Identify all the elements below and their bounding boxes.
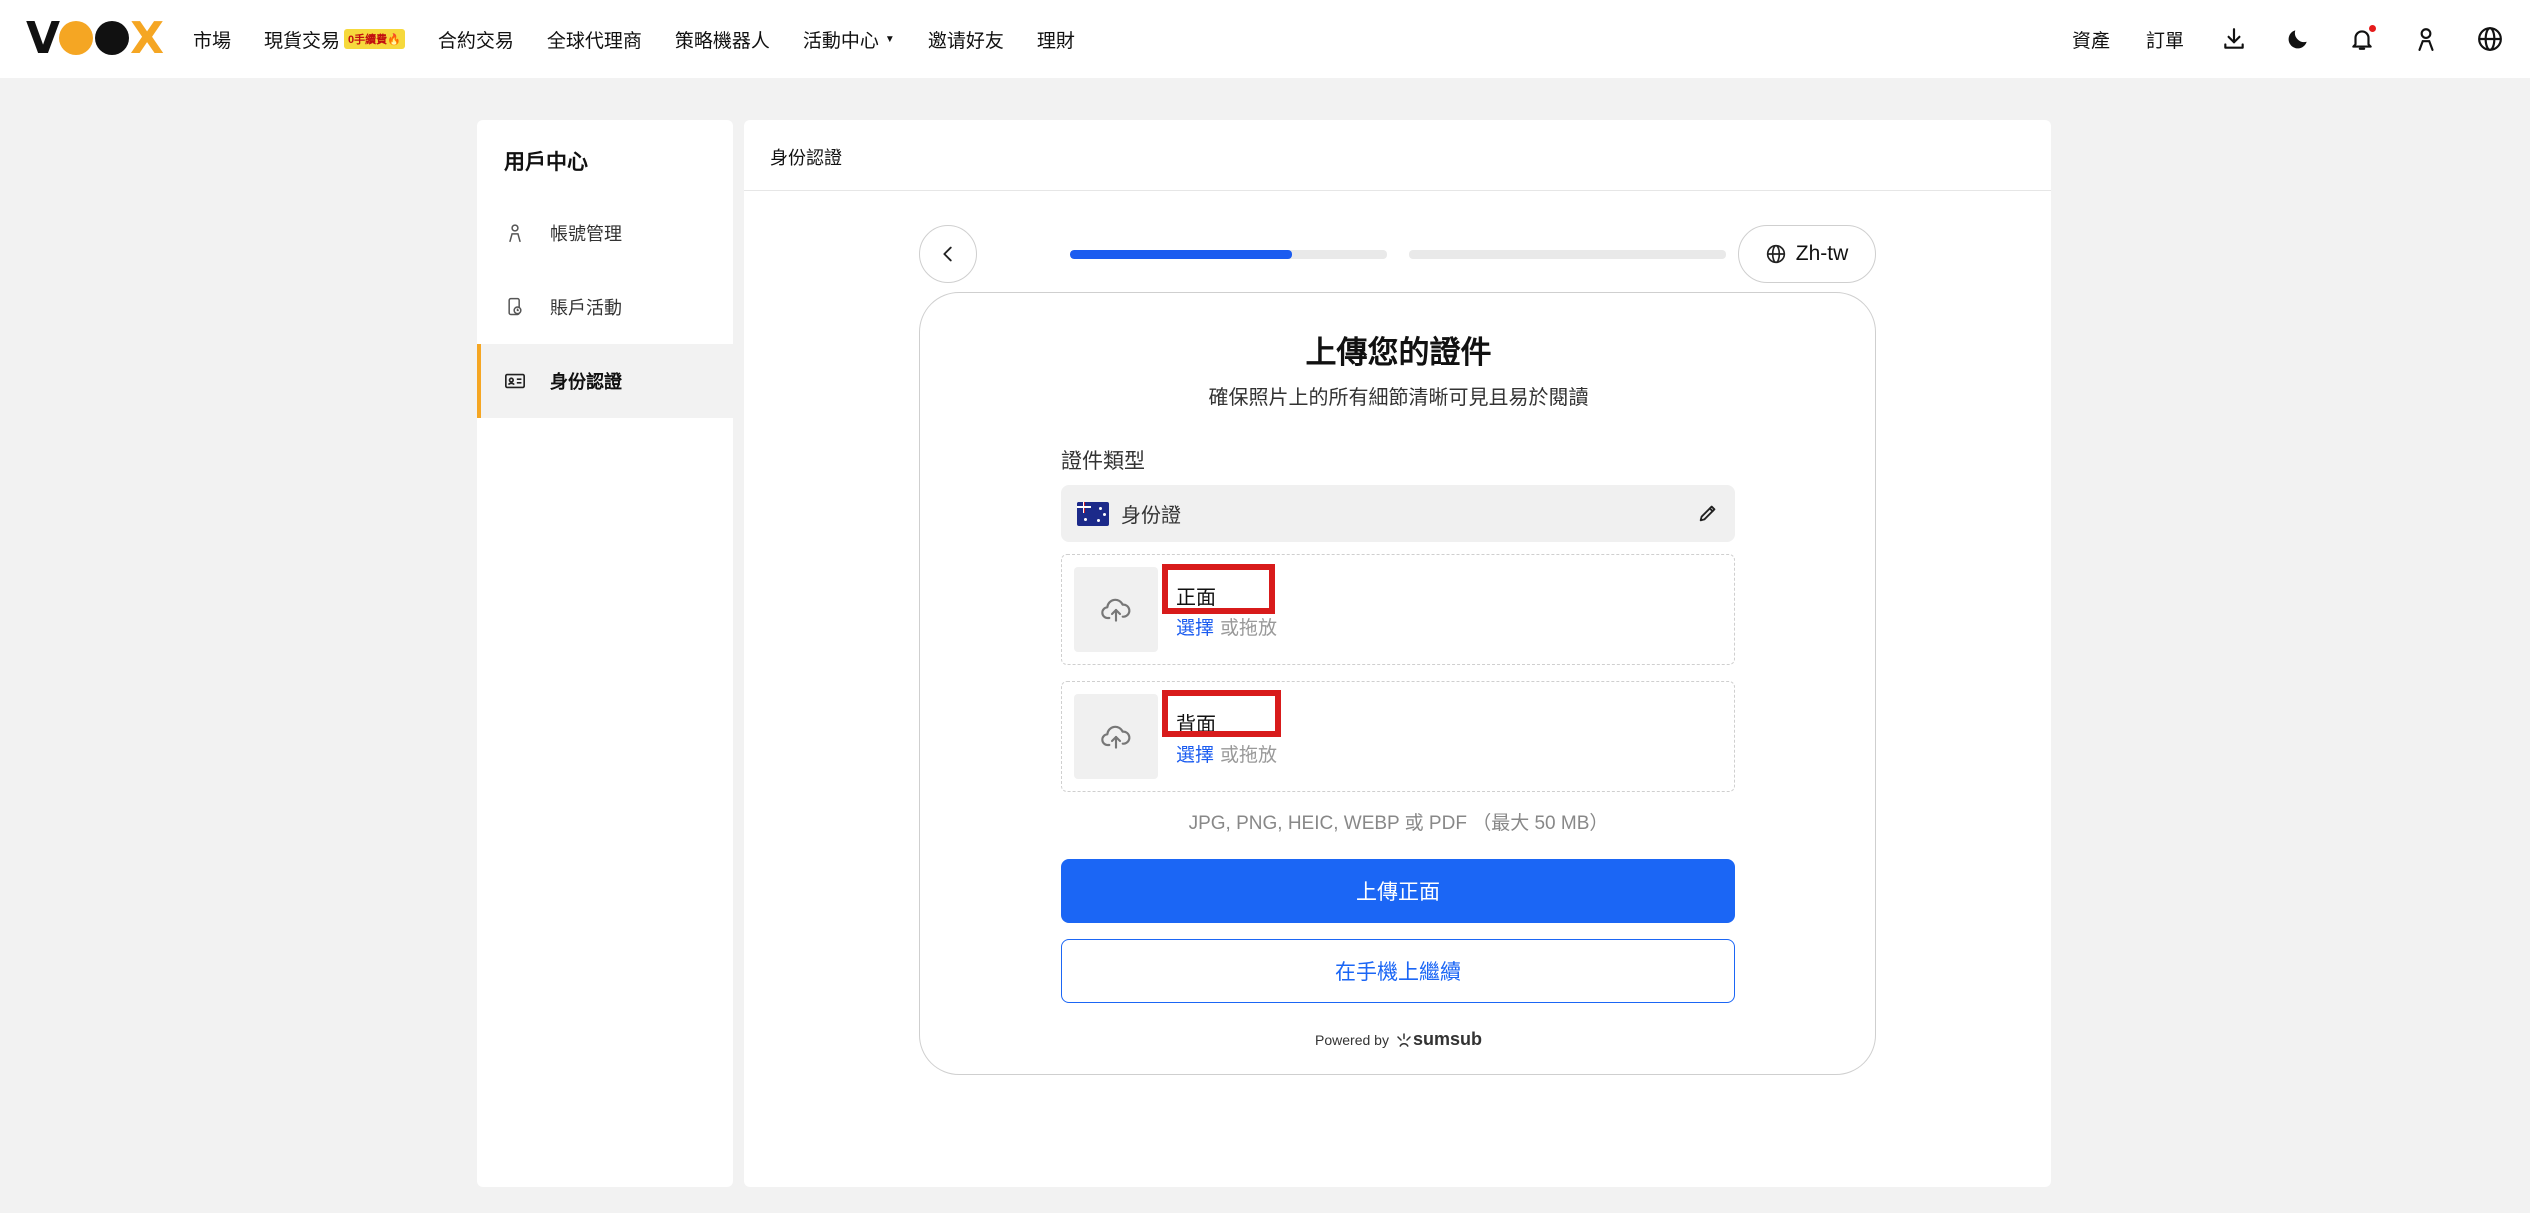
- cloud-upload-icon: [1101, 598, 1131, 622]
- sidebar-item-identity-verification[interactable]: 身份認證: [477, 344, 733, 418]
- nav-strategy-bot[interactable]: 策略機器人: [675, 26, 770, 53]
- upload-front-select-link[interactable]: 選擇: [1176, 618, 1214, 639]
- nav-assets[interactable]: 資產: [2072, 26, 2110, 53]
- caret-down-icon: ▼: [884, 33, 895, 45]
- powered-by-label: Powered by: [1315, 1031, 1389, 1048]
- sidebar-item-account-management[interactable]: 帳號管理: [477, 196, 733, 270]
- globe-icon: [1766, 244, 1785, 264]
- nav-invite[interactable]: 邀请好友: [928, 26, 1004, 53]
- upload-front-icon-wrap: [1074, 567, 1158, 652]
- doc-type-select[interactable]: 身份證: [1061, 485, 1735, 542]
- nav-market[interactable]: 市場: [193, 26, 231, 53]
- upload-front-hint: 選擇 或拖放: [1176, 613, 1277, 640]
- upload-back-icon-wrap: [1074, 694, 1158, 779]
- moon-icon[interactable]: [2284, 25, 2312, 53]
- upload-back-hint: 選擇 或拖放: [1176, 740, 1277, 767]
- main-header: 身份認證: [744, 120, 2051, 191]
- sumsub-icon: [1397, 1032, 1411, 1047]
- download-icon[interactable]: [2220, 25, 2248, 53]
- nav-spot-label: 現貨交易: [264, 30, 341, 52]
- nav-wealth[interactable]: 理財: [1037, 26, 1075, 53]
- back-button[interactable]: [919, 225, 977, 283]
- nav-futures[interactable]: 合約交易: [438, 26, 514, 53]
- activity-icon: [504, 296, 526, 318]
- notification-dot: [2369, 25, 2376, 32]
- kyc-title: 上傳您的證件: [1305, 335, 1492, 370]
- pencil-icon[interactable]: [1697, 502, 1719, 524]
- highlight-box-front: [1162, 564, 1275, 614]
- top-nav: VX 市場 現貨交易 0手續費🔥 合約交易 全球代理商 策略機器人 活動中心 ▼…: [0, 0, 2530, 78]
- highlight-box-back: [1162, 690, 1281, 737]
- kyc-card: 上傳您的證件 確保照片上的所有細節清晰可見且易於閱讀 證件類型 身份證 正面 選…: [919, 292, 1876, 1075]
- upload-front-drag-text: 或拖放: [1220, 618, 1278, 639]
- upload-front-button[interactable]: 上傳正面: [1061, 859, 1735, 923]
- sidebar-title: 用戶中心: [504, 151, 588, 174]
- doc-type-value: 身份證: [1121, 505, 1181, 527]
- voox-logo[interactable]: VX: [26, 13, 164, 64]
- nav-events[interactable]: 活動中心 ▼: [803, 26, 895, 53]
- nav-events-label: 活動中心: [802, 30, 879, 52]
- kyc-subtitle: 確保照片上的所有細節清晰可見且易於閱讀: [1208, 387, 1589, 409]
- nav-orders[interactable]: 訂單: [2146, 26, 2184, 53]
- page-title: 身份認證: [770, 148, 842, 168]
- continue-on-phone-button[interactable]: 在手機上繼續: [1061, 939, 1735, 1003]
- upload-back-select-link[interactable]: 選擇: [1176, 745, 1214, 766]
- progress-step-1-fill: [1070, 250, 1292, 259]
- sidebar-item-label: 身份認證: [550, 372, 622, 392]
- sidebar-item-account-activity[interactable]: 賬戶活動: [477, 270, 733, 344]
- doc-type-label: 證件類型: [1061, 450, 1145, 473]
- nav-right: 資產 訂單: [2036, 0, 2504, 78]
- progress-step-2: [1409, 250, 1726, 259]
- user-icon[interactable]: [2412, 25, 2440, 53]
- globe-icon[interactable]: [2476, 25, 2504, 53]
- nav-links: 市場 現貨交易 0手續費🔥 合約交易 全球代理商 策略機器人 活動中心 ▼ 邀请…: [193, 0, 1108, 78]
- powered-by: Powered by sumsub: [920, 1029, 1877, 1050]
- person-icon: [504, 222, 526, 244]
- zero-fee-badge: 0手續費🔥: [344, 29, 405, 49]
- australia-flag-icon: [1077, 501, 1109, 526]
- upload-back-drag-text: 或拖放: [1220, 745, 1278, 766]
- language-label: Zh-tw: [1795, 242, 1849, 265]
- progress-step-1: [1070, 250, 1387, 259]
- cloud-upload-icon: [1101, 725, 1131, 749]
- sidebar-item-label: 帳號管理: [550, 224, 622, 244]
- id-card-icon: [504, 370, 526, 392]
- nav-global-agents[interactable]: 全球代理商: [547, 26, 642, 53]
- accepted-formats: JPG, PNG, HEIC, WEBP 或 PDF （最大 50 MB）: [1188, 813, 1609, 834]
- language-button[interactable]: Zh-tw: [1738, 225, 1876, 283]
- bell-icon[interactable]: [2348, 25, 2376, 53]
- sumsub-logo: sumsub: [1395, 1029, 1482, 1050]
- chevron-left-icon: [943, 246, 952, 262]
- sidebar-item-label: 賬戶活動: [550, 298, 622, 318]
- nav-spot[interactable]: 現貨交易 0手續費🔥: [264, 26, 405, 53]
- sumsub-brand: sumsub: [1412, 1029, 1482, 1049]
